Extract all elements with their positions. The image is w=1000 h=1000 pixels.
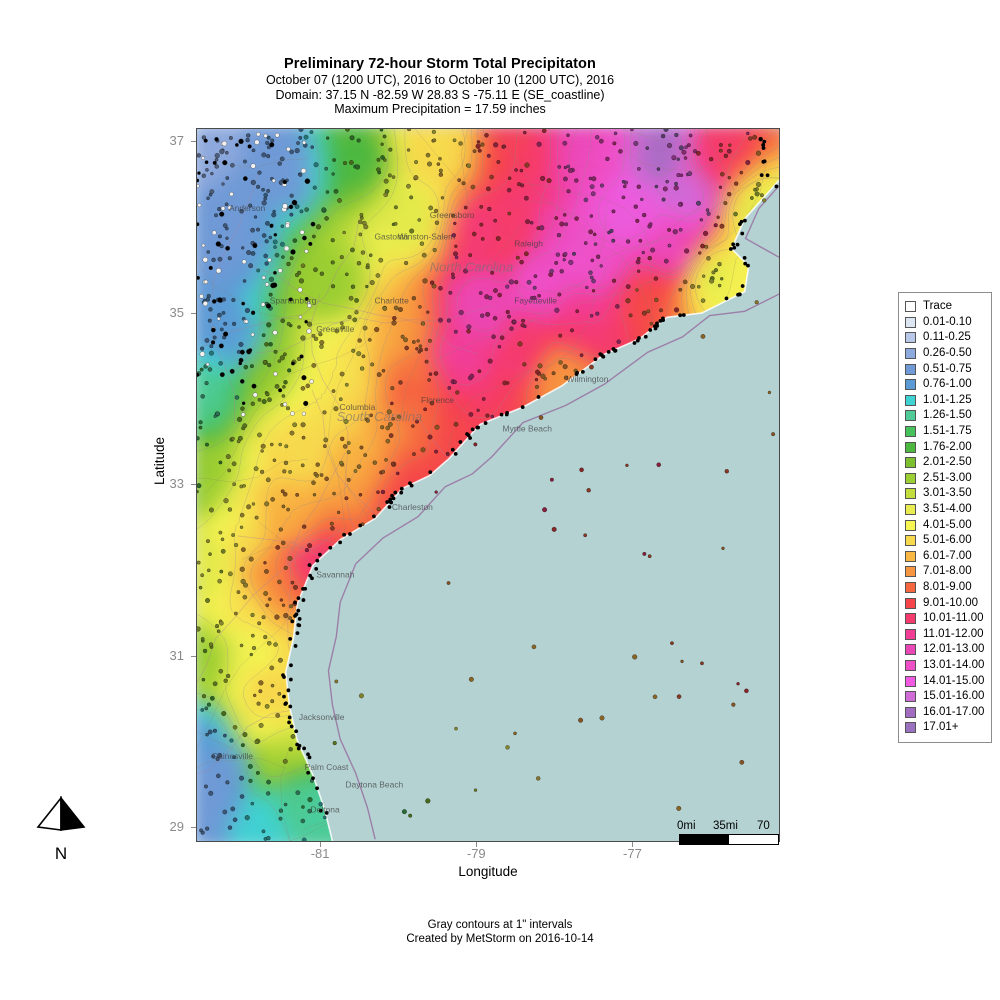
precipitation-map[interactable]: North Carolina South Carolina Greensboro Wi… — [196, 128, 780, 842]
title-domain: Domain: 37.15 N -82.59 W 28.83 S -75.11 … — [275, 87, 605, 102]
page-title: Preliminary 72-hour Storm Total Precipit… — [284, 56, 596, 72]
title-max-precip: Maximum Precipitation = 17.59 inches — [334, 102, 546, 116]
title-block: Preliminary 72-hour Storm Total Precipit… — [0, 56, 880, 117]
map-canvas: North CarolinaSouth CarolinaGreensboroWi… — [197, 129, 779, 841]
title-period: October 07 (1200 UTC), 2016 to October 1… — [265, 73, 615, 87]
